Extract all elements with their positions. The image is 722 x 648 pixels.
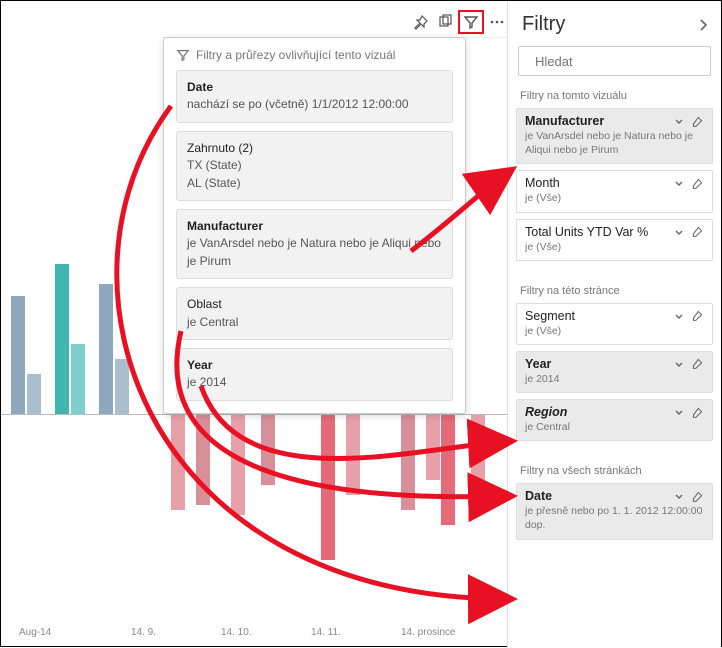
search-input[interactable] xyxy=(535,54,711,69)
filter-card-name: Month xyxy=(525,176,560,190)
filter-card-name: Manufacturer xyxy=(525,114,604,128)
chart-bar xyxy=(11,296,25,414)
chart-bar xyxy=(441,415,455,525)
filter-card-summary: je přesně nebo po 1. 1. 2012 12:00:00 do… xyxy=(517,504,712,538)
clear-filter-button[interactable] xyxy=(691,309,704,322)
filter-card-name: Segment xyxy=(525,309,575,323)
filter-card[interactable]: Regionje Central xyxy=(516,399,713,441)
filter-card-name: Region xyxy=(525,405,567,419)
chart-bar xyxy=(471,415,485,510)
filter-card[interactable]: Segmentje (Vše) xyxy=(516,303,713,345)
section-label-page: Filtry na této stránce xyxy=(520,285,709,297)
clear-filter-button[interactable] xyxy=(691,490,704,503)
tooltip-filter-item: Datenachází se po (včetně) 1/1/2012 12:0… xyxy=(176,70,453,123)
pane-title: Filtry xyxy=(522,13,565,36)
chart-bar xyxy=(346,415,360,495)
chart-bar xyxy=(171,415,185,510)
clear-filter-button[interactable] xyxy=(691,357,704,370)
applied-filters-tooltip: Filtry a průřezy ovlivňující tento vizuá… xyxy=(163,37,466,414)
chart-bar xyxy=(115,359,129,414)
filter-card[interactable]: Monthje (Vše) xyxy=(516,170,713,212)
clear-filter-button[interactable] xyxy=(691,225,704,238)
filter-card-name: Total Units YTD Var % xyxy=(525,225,648,239)
filter-card-summary: je (Vše) xyxy=(517,191,712,211)
section-label-all: Filtry na všech stránkách xyxy=(520,465,709,477)
expand-filter-button[interactable] xyxy=(673,490,685,502)
expand-filter-button[interactable] xyxy=(673,226,685,238)
tooltip-heading: Filtry a průřezy ovlivňující tento vizuá… xyxy=(176,48,453,62)
filter-card[interactable]: Total Units YTD Var %je (Vše) xyxy=(516,219,713,261)
more-options-icon[interactable] xyxy=(486,11,508,33)
tooltip-filter-item: Oblastje Central xyxy=(176,287,453,340)
expand-filter-button[interactable] xyxy=(673,358,685,370)
tooltip-filter-item: Manufacturerje VanArsdel nebo je Natura … xyxy=(176,209,453,279)
filter-card-summary: je (Vše) xyxy=(517,240,712,260)
filter-card-summary: je 2014 xyxy=(517,372,712,392)
clear-filter-button[interactable] xyxy=(691,115,704,128)
expand-filter-button[interactable] xyxy=(673,310,685,322)
chart-bar xyxy=(55,264,69,414)
chart-bar xyxy=(321,415,335,560)
filter-card-name: Year xyxy=(525,357,551,371)
clear-filter-button[interactable] xyxy=(691,406,704,419)
chart-bar xyxy=(99,284,113,414)
tooltip-filter-item: Zahrnuto (2)TX (State)AL (State) xyxy=(176,131,453,201)
visual-header xyxy=(163,8,508,38)
chart-bar xyxy=(401,415,415,510)
expand-filter-button[interactable] xyxy=(673,177,685,189)
filters-pane: Filtry Filtry na tomto vizuálu Manufactu… xyxy=(507,1,721,648)
chart-bar xyxy=(27,374,41,414)
filter-card[interactable]: Dateje přesně nebo po 1. 1. 2012 12:00:0… xyxy=(516,483,713,539)
filter-card[interactable]: Manufacturerje VanArsdel nebo je Natura … xyxy=(516,108,713,164)
section-label-visual: Filtry na tomto vizuálu xyxy=(520,90,709,102)
copy-icon[interactable] xyxy=(434,11,456,33)
chart-bar xyxy=(231,415,245,515)
filter-card-summary: je VanArsdel nebo je Natura nebo je Aliq… xyxy=(517,129,712,163)
filters-affecting-visual-button[interactable] xyxy=(458,10,484,34)
filter-card-name: Date xyxy=(525,489,552,503)
clear-filter-button[interactable] xyxy=(691,177,704,190)
expand-filter-button[interactable] xyxy=(673,406,685,418)
collapse-pane-button[interactable] xyxy=(697,18,709,32)
chart-bar xyxy=(261,415,275,485)
pin-icon[interactable] xyxy=(410,11,432,33)
filter-card-summary: je Central xyxy=(517,420,712,440)
chart-bar xyxy=(196,415,210,505)
filters-search[interactable] xyxy=(518,46,711,76)
chart-bar xyxy=(426,415,440,480)
funnel-icon xyxy=(176,48,190,62)
filter-card-summary: je (Vše) xyxy=(517,324,712,344)
chart-bar xyxy=(71,344,85,414)
expand-filter-button[interactable] xyxy=(673,115,685,127)
tooltip-filter-item: Yearje 2014 xyxy=(176,348,453,401)
filter-card[interactable]: Yearje 2014 xyxy=(516,351,713,393)
